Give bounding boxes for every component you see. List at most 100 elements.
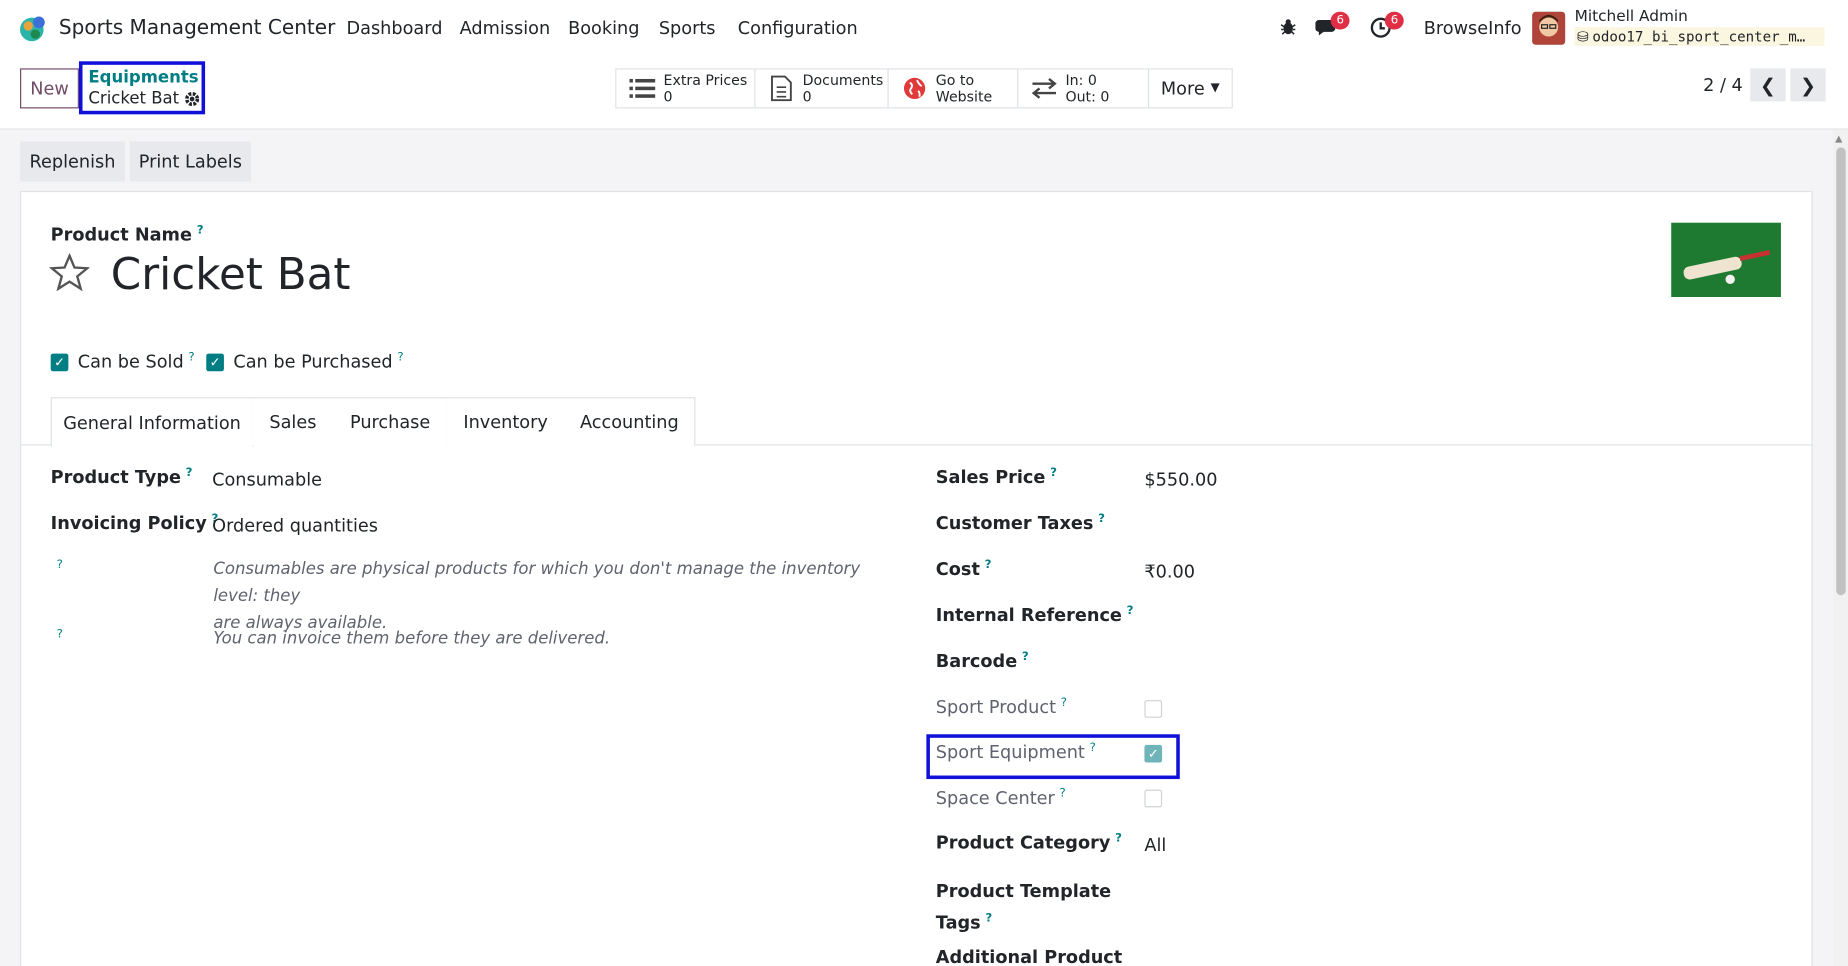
can-be-purchased-checkbox[interactable]: ✓ [206,353,224,372]
product-name-field[interactable]: Cricket Bat [111,249,351,300]
menu-booking[interactable]: Booking [568,18,639,39]
help-icon[interactable]: ? [186,467,193,480]
product-name-label: Product Name? [50,223,204,246]
extra-prices-value: 0 [663,88,673,105]
help-icon[interactable]: ? [57,628,63,641]
activities-badge: 6 [1384,11,1405,30]
database-icon: ⛁ [1576,28,1589,45]
messages-button[interactable]: 6 [1315,11,1350,43]
exchange-arrows-icon [1028,78,1061,99]
help-icon[interactable]: ? [985,912,992,925]
help-icon[interactable]: ? [188,351,194,364]
help-icon[interactable]: ? [57,559,63,572]
help-icon[interactable]: ? [1098,513,1105,526]
sport-product-label: Sport Product? [935,696,1068,718]
help-icon[interactable]: ? [1061,697,1067,710]
help-icon[interactable]: ? [197,224,204,237]
favorite-star-icon[interactable] [48,252,91,295]
documents-value: 0 [802,88,812,105]
user-avatar[interactable] [1532,11,1566,45]
can-be-sold-label[interactable]: Can be Sold? [78,351,195,372]
internal-reference-field[interactable] [1144,605,1498,631]
pager-next-button[interactable]: ❯ [1790,68,1826,102]
documents-label: Documents [802,71,884,89]
additional-product-label: Additional Product [935,946,1123,966]
customer-taxes-label: Customer Taxes? [935,512,1105,534]
help-icon[interactable]: ? [1127,605,1134,618]
invoicing-policy-label: Invoicing Policy? [50,512,219,534]
user-name[interactable]: Mitchell Admin [1575,8,1688,26]
scroll-up-icon[interactable]: ▲ [1835,133,1842,144]
in-out-button[interactable]: In: 0 Out: 0 [1017,68,1150,109]
breadcrumb-current: Cricket Bat [88,89,180,109]
customer-taxes-field[interactable] [1144,513,1498,539]
can-be-purchased-label[interactable]: Can be Purchased? [233,351,403,372]
documents-button[interactable]: Documents 0 [754,68,889,109]
product-template-tags-field[interactable] [1144,878,1498,904]
menu-configuration[interactable]: Configuration [738,18,858,39]
replenish-button[interactable]: Replenish [20,141,125,182]
help-icon[interactable]: ? [1090,741,1096,754]
scrollbar-thumb[interactable] [1836,147,1846,596]
sport-equipment-checkbox[interactable]: ✓ [1144,744,1163,763]
space-center-label: Space Center? [935,787,1066,809]
caret-down-icon: ▼ [1210,81,1220,95]
tab-general-information[interactable]: General Information [50,397,254,447]
help-icon[interactable]: ? [1050,467,1057,480]
new-button[interactable]: New [20,68,79,109]
product-type-label: Product Type? [50,466,193,488]
help-icon[interactable]: ? [1022,651,1029,664]
database-name: odoo17_bi_sport_center_m… [1592,28,1806,45]
sales-price-field[interactable]: $550.00 [1144,469,1217,490]
tab-accounting[interactable]: Accounting [564,397,696,446]
invoicing-policy-field[interactable]: Ordered quantities [212,515,378,536]
help-icon[interactable]: ? [985,559,992,572]
chevron-right-icon: ❯ [1800,73,1816,97]
extra-prices-button[interactable]: Extra Prices 0 [615,68,756,109]
breadcrumb-parent-link[interactable]: Equipments [88,68,198,87]
messages-badge: 6 [1330,11,1350,30]
out-count: Out: 0 [1065,88,1110,105]
debug-bug-icon[interactable] [1279,18,1298,42]
chevron-left-icon: ❮ [1759,73,1776,97]
company-switcher[interactable]: BrowseInfo [1424,18,1522,39]
can-be-sold-checkbox[interactable]: ✓ [50,353,69,372]
tab-sales[interactable]: Sales [252,397,335,446]
menu-admission[interactable]: Admission [460,18,550,39]
document-icon [765,75,798,102]
database-badge: ⛁ odoo17_bi_sport_center_m… [1574,27,1825,46]
help-icon[interactable]: ? [1060,787,1066,800]
more-label: More [1160,77,1205,100]
activities-button[interactable]: 6 [1370,11,1405,43]
product-image[interactable] [1671,222,1781,298]
gear-icon[interactable] [184,90,201,112]
go-to-website-button[interactable]: Go to Website [887,68,1019,109]
sport-product-checkbox[interactable] [1144,700,1163,718]
space-center-checkbox[interactable] [1144,789,1163,808]
barcode-field[interactable] [1144,651,1498,677]
more-dropdown[interactable]: More ▼ [1147,68,1233,109]
invoicing-policy-hint: You can invoice them before they are del… [213,629,611,649]
internal-reference-label: Internal Reference? [935,604,1134,626]
check-icon: ✓ [209,354,221,371]
menu-dashboard[interactable]: Dashboard [347,18,443,39]
barcode-label: Barcode? [935,650,1029,672]
pager-value[interactable]: 2 / 4 [1703,74,1743,95]
print-labels-button[interactable]: Print Labels [129,141,252,182]
sport-equipment-label: Sport Equipment? [935,741,1096,763]
product-type-field[interactable]: Consumable [212,469,322,490]
tab-inventory[interactable]: Inventory [446,397,566,446]
app-name[interactable]: Sports Management Center [59,17,335,41]
list-icon [626,78,659,99]
sales-price-label: Sales Price? [935,466,1057,488]
check-icon: ✓ [1147,746,1159,762]
help-icon[interactable]: ? [397,351,403,364]
product-category-field[interactable]: All [1144,834,1166,855]
menu-sports[interactable]: Sports [659,18,716,39]
cost-field[interactable]: ₹0.00 [1144,561,1195,582]
check-icon: ✓ [54,354,65,371]
help-icon[interactable]: ? [1115,832,1122,845]
app-logo-icon[interactable] [19,14,47,42]
pager-previous-button[interactable]: ❮ [1750,68,1786,102]
tab-purchase[interactable]: Purchase [333,397,448,446]
